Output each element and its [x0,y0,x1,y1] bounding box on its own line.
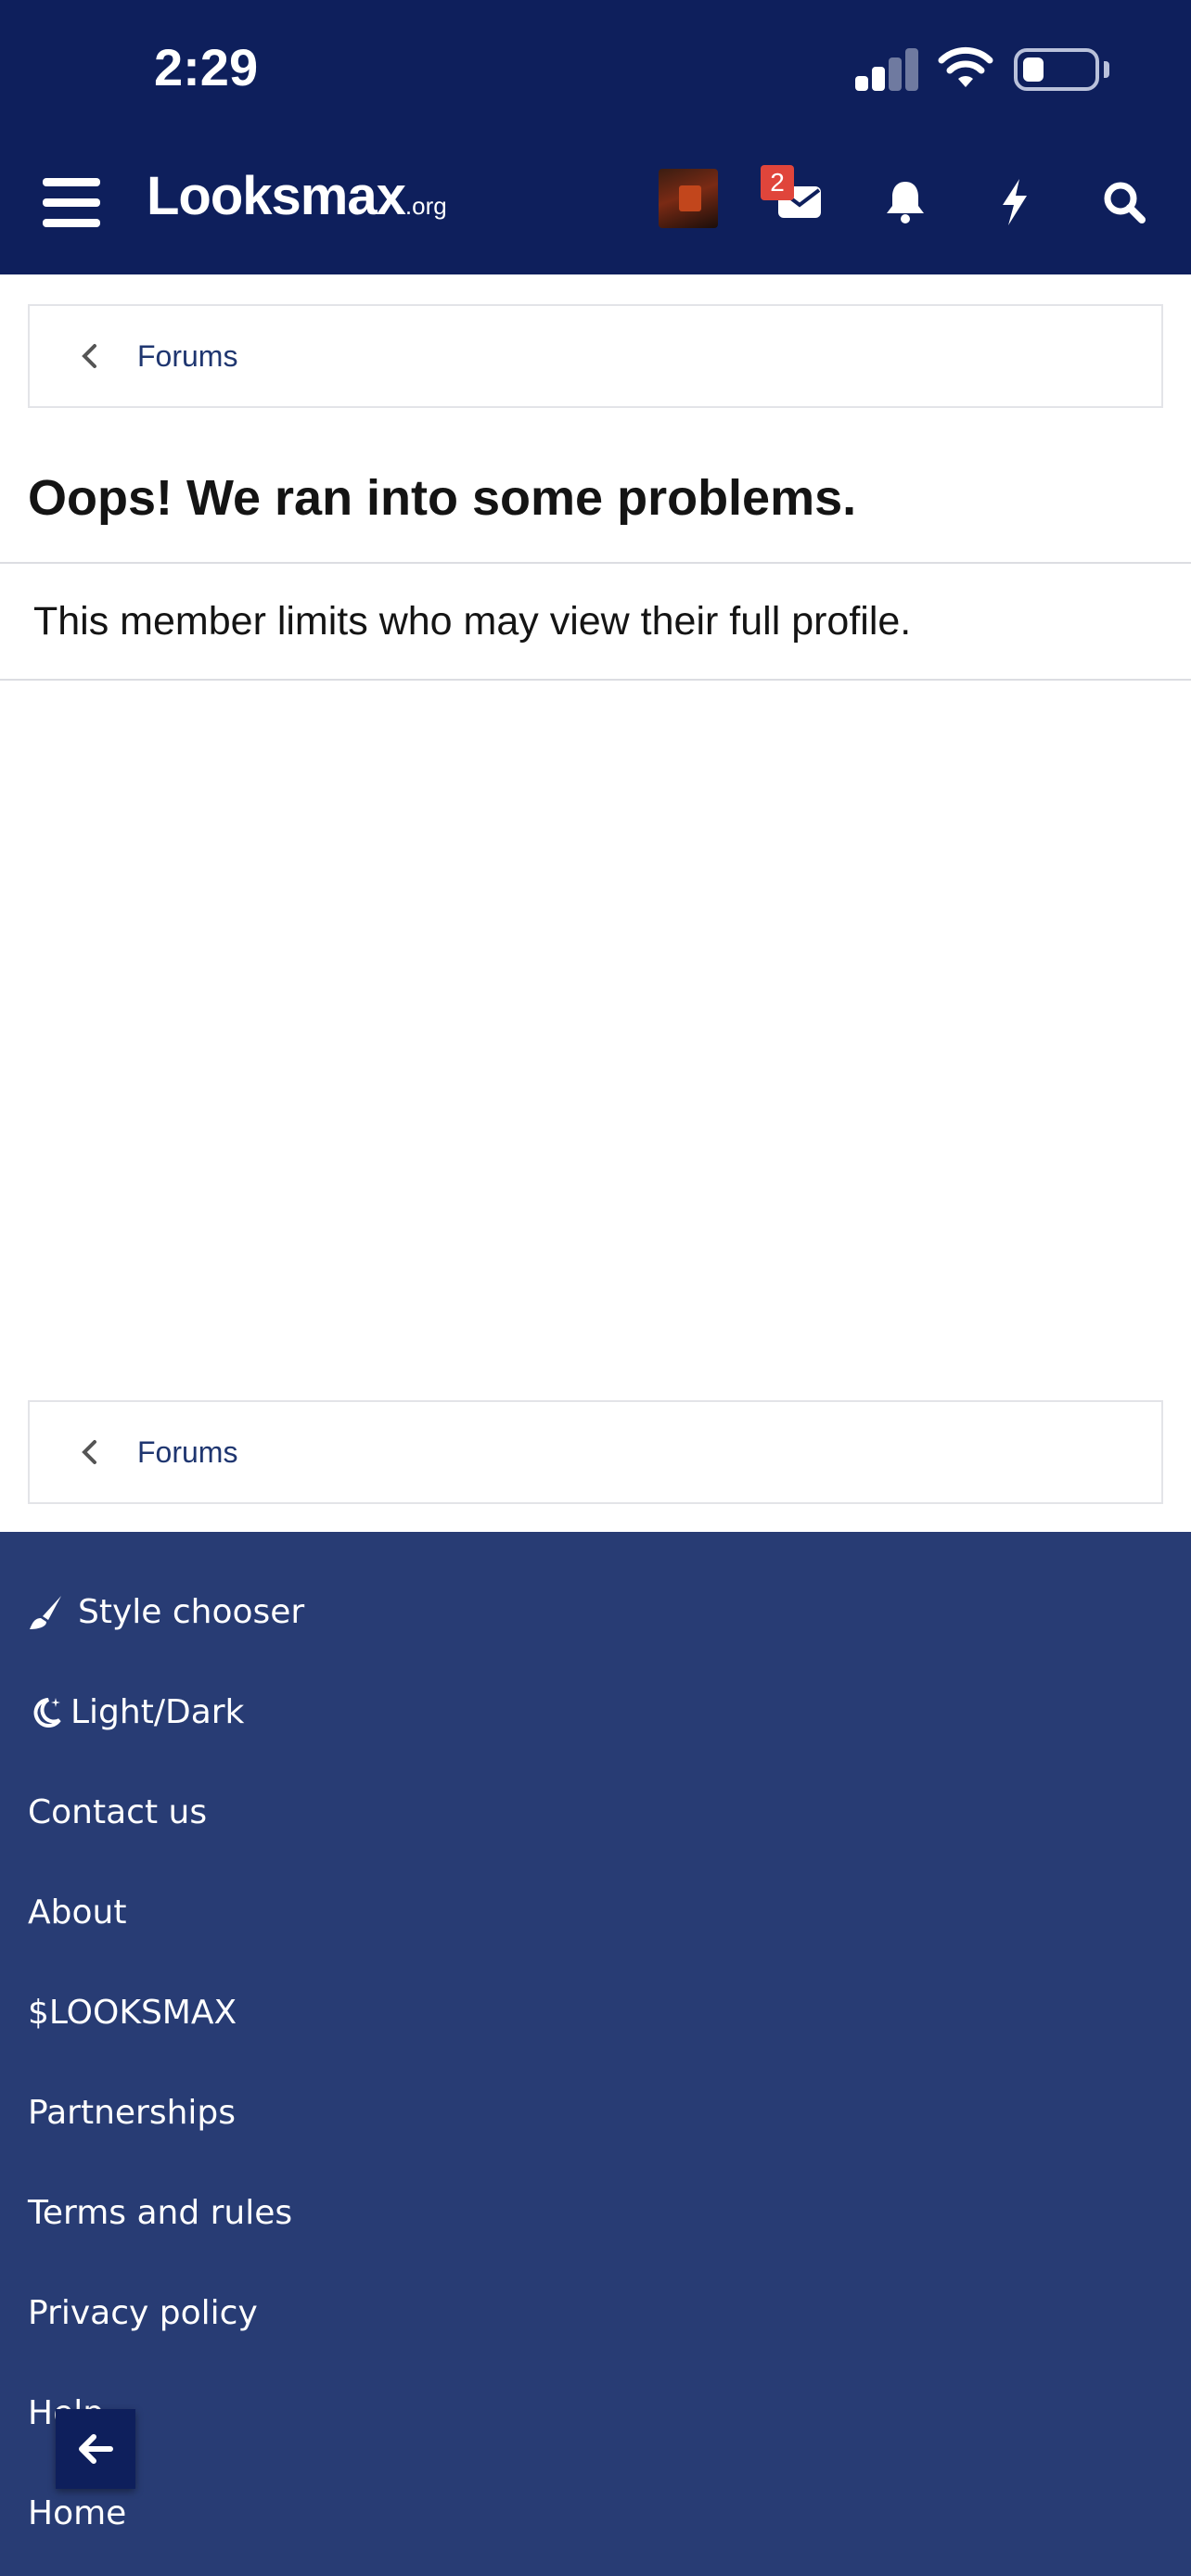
moon-icon [28,1694,65,1731]
status-time: 2:29 [154,38,259,96]
top-nav-bar: Looksmax.org 2 [0,137,1191,274]
bell-icon [887,182,924,223]
breadcrumb-label: Forums [137,1435,238,1469]
footer-item-label: $LOOKSMAX [28,1994,237,2032]
footer-item-label: Terms and rules [28,2194,293,2232]
chevron-left-icon [70,1434,108,1471]
notifications-button[interactable] [877,174,933,230]
error-message: This member limits who may view their fu… [33,598,912,644]
footer-item-label: Privacy policy [28,2294,258,2332]
paintbrush-icon [28,1594,65,1631]
footer-light-dark[interactable]: Light/Dark [28,1693,244,1731]
search-button[interactable] [1096,174,1152,230]
chevron-left-icon [70,338,108,375]
whats-new-button[interactable] [987,174,1043,230]
footer: Style chooser Light/Dark Contact us Abou… [0,1532,1191,2576]
logo-suffix: .org [404,192,447,220]
error-block: This member limits who may view their fu… [0,562,1191,681]
messages-badge: 2 [761,165,794,200]
footer-home[interactable]: Home [28,2494,126,2532]
wifi-icon [938,46,993,87]
back-button[interactable] [56,2409,135,2489]
footer-item-label: Light/Dark [70,1693,245,1731]
footer-style-chooser[interactable]: Style chooser [28,1593,304,1631]
search-icon [1104,182,1146,223]
logo-text: Looksmax [147,166,406,226]
footer-item-label: Partnerships [28,2094,237,2132]
footer-partnerships[interactable]: Partnerships [28,2094,236,2132]
breadcrumb-bottom[interactable]: Forums [28,1400,1163,1504]
status-bar: 2:29 [0,0,1191,137]
footer-item-label: Style chooser [78,1593,305,1631]
cellular-signal-icon [855,48,920,91]
footer-privacy[interactable]: Privacy policy [28,2294,258,2332]
menu-icon[interactable] [43,178,100,228]
footer-about[interactable]: About [28,1894,126,1932]
footer-item-label: About [28,1894,127,1932]
footer-looksmax-token[interactable]: $LOOKSMAX [28,1994,237,2032]
breadcrumb-label: Forums [137,338,238,373]
page-title: Oops! We ran into some problems. [28,470,857,526]
footer-item-label: Contact us [28,1793,208,1831]
battery-icon [1014,48,1099,91]
site-logo[interactable]: Looksmax.org [147,165,447,227]
user-avatar[interactable] [659,169,718,228]
footer-terms[interactable]: Terms and rules [28,2194,292,2232]
footer-contact-us[interactable]: Contact us [28,1793,207,1831]
bolt-icon [1003,179,1027,225]
footer-item-label: Home [28,2494,127,2532]
battery-cap [1104,61,1109,78]
breadcrumb-top[interactable]: Forums [28,304,1163,408]
arrow-left-icon [79,2434,113,2464]
